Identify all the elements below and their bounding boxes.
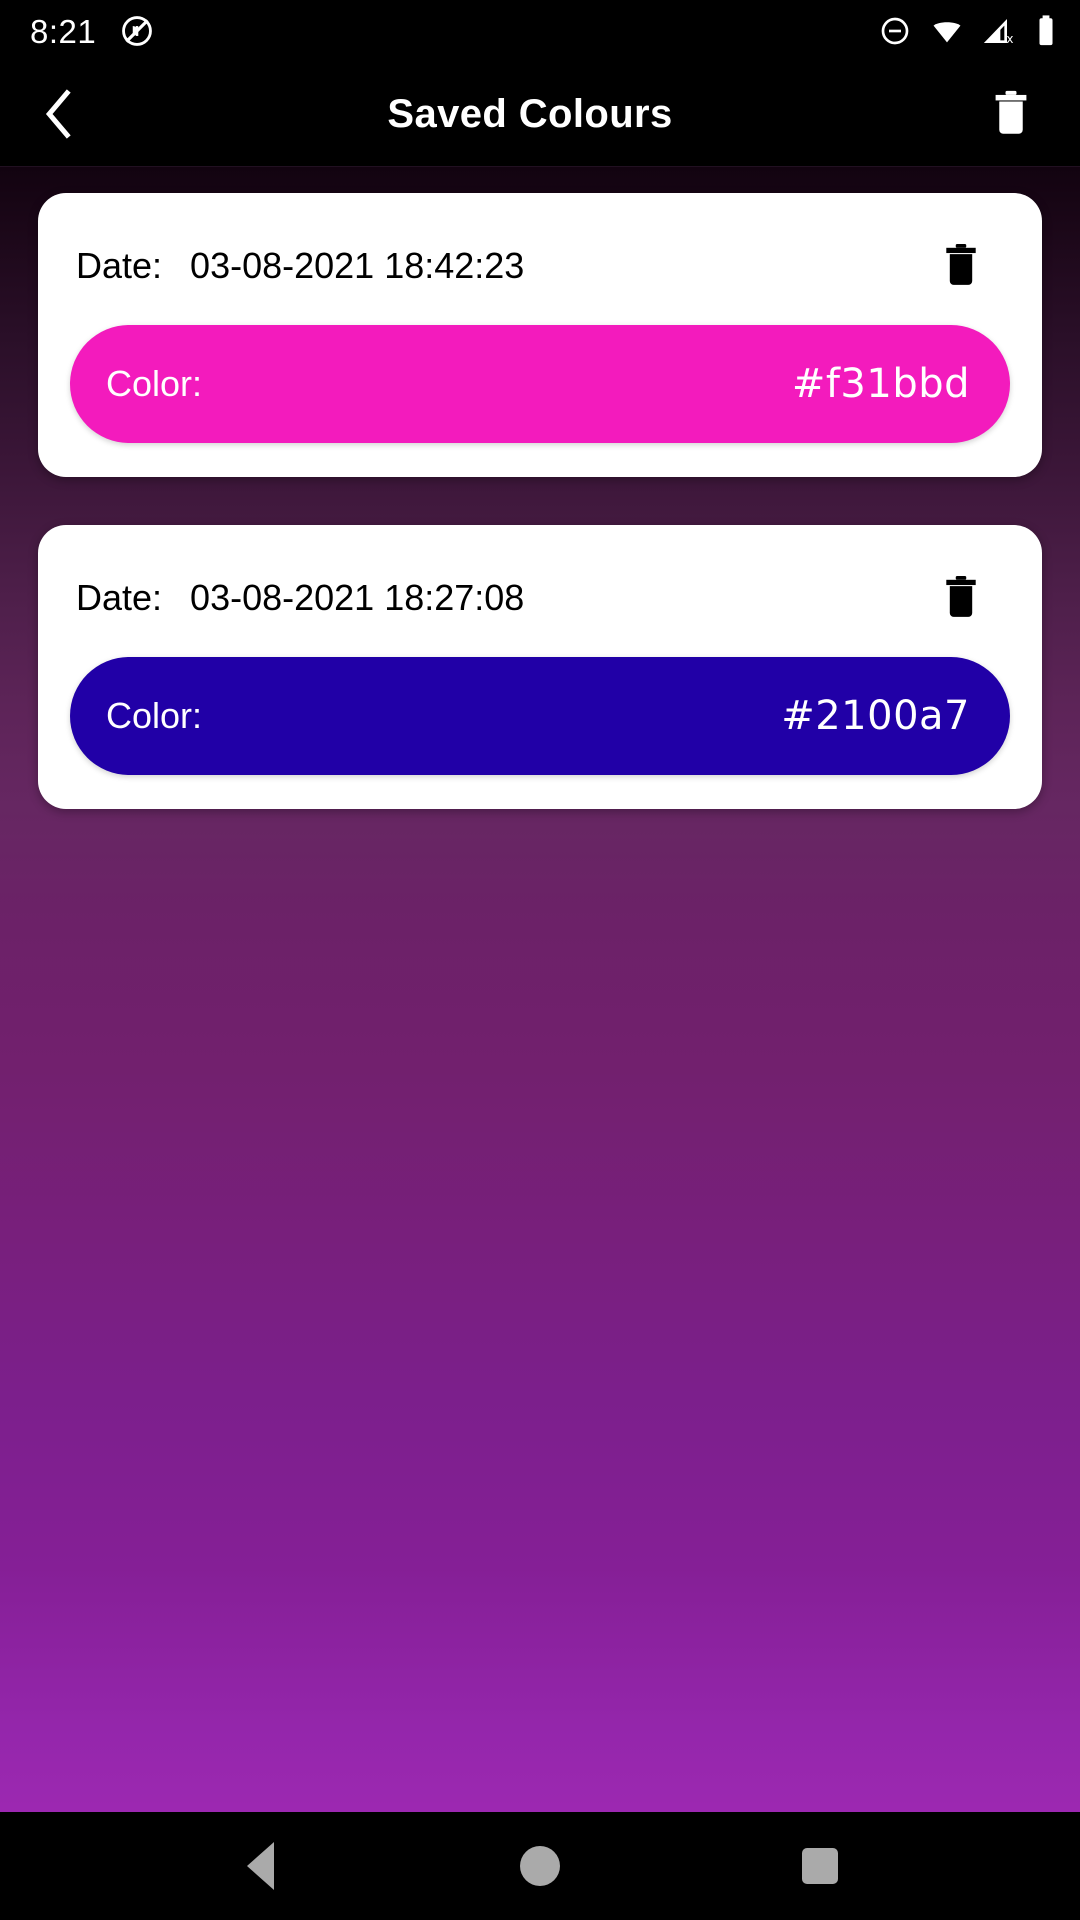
trash-icon — [995, 90, 1027, 134]
delete-entry-button[interactable] — [932, 237, 990, 295]
page-title: Saved Colours — [387, 91, 673, 136]
home-circle-icon — [520, 1846, 560, 1886]
card-header-row: Date: 03-08-2021 18:27:08 — [38, 525, 1042, 657]
trash-icon — [946, 575, 976, 617]
colour-hex-value: #f31bbd — [791, 361, 970, 407]
status-bar: 8:21 x — [0, 0, 1080, 62]
colour-label: Color: — [106, 363, 203, 404]
svg-text:x: x — [1006, 32, 1013, 46]
app-bar: Saved Colours — [0, 62, 1080, 167]
saved-colour-card[interactable]: Date: 03-08-2021 18:42:23 Color: #f31bbd — [38, 193, 1042, 477]
date-value: 03-08-2021 18:42:23 — [190, 245, 525, 286]
saved-colour-card[interactable]: Date: 03-08-2021 18:27:08 Color: #2100a7 — [38, 525, 1042, 809]
card-header-row: Date: 03-08-2021 18:42:23 — [38, 193, 1042, 325]
chevron-left-icon — [45, 89, 71, 139]
nav-recents-button[interactable] — [760, 1812, 880, 1920]
delete-all-button[interactable] — [974, 77, 1048, 151]
recents-square-icon — [802, 1848, 838, 1884]
no-screenshot-icon — [122, 16, 153, 46]
wifi-icon — [933, 22, 961, 43]
date-label: Date: — [76, 577, 163, 618]
do-not-disturb-icon — [881, 17, 909, 45]
nav-back-button[interactable] — [200, 1812, 320, 1920]
colour-swatch[interactable]: Color: #2100a7 — [70, 657, 1010, 775]
colour-hex-value: #2100a7 — [781, 693, 970, 739]
date-value: 03-08-2021 18:27:08 — [190, 577, 525, 618]
back-button[interactable] — [22, 77, 96, 151]
cell-signal-off-icon: x — [983, 19, 1013, 46]
trash-icon — [946, 243, 976, 285]
system-navigation-bar — [0, 1812, 1080, 1920]
status-bar-clock: 8:21 — [30, 12, 97, 50]
status-bar-left-icons — [120, 14, 154, 48]
colour-label: Color: — [106, 695, 203, 736]
status-bar-right-icons: x — [879, 14, 1058, 48]
saved-colours-list: Date: 03-08-2021 18:42:23 Color: #f31bbd — [0, 167, 1080, 1812]
delete-entry-button[interactable] — [932, 569, 990, 627]
battery-full-icon — [1039, 15, 1053, 46]
back-triangle-icon — [246, 1842, 274, 1890]
phone-screen: 8:21 x Saved Colours Date: 03-08-2021 18… — [0, 0, 1080, 1920]
date-label: Date: — [76, 245, 163, 286]
colour-swatch[interactable]: Color: #f31bbd — [70, 325, 1010, 443]
nav-home-button[interactable] — [480, 1812, 600, 1920]
